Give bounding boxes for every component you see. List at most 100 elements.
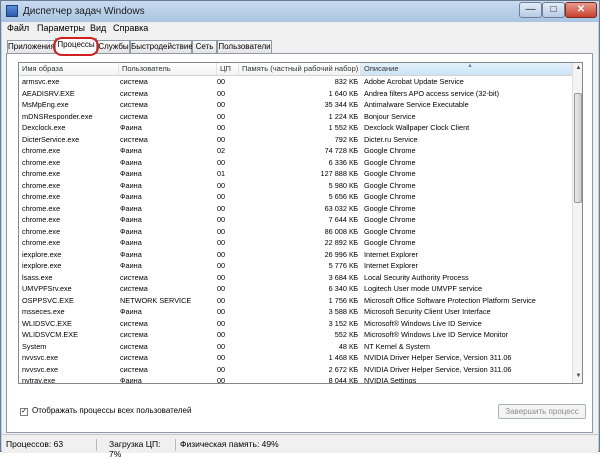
column-header-user[interactable]: Пользователь xyxy=(119,63,217,75)
cell-mem: 127 888 КБ xyxy=(320,169,358,178)
cell-mem: 6 336 КБ xyxy=(328,157,358,167)
minimize-button[interactable]: — xyxy=(519,2,542,18)
table-row[interactable]: DicterService.exe система 00 792 КБ Dicter.r… xyxy=(19,134,572,146)
cell-mem: 74 728 КБ xyxy=(324,146,358,155)
cell-cpu: 00 xyxy=(217,318,226,328)
table-row[interactable]: chrome.exe Фаина 00 63 032 КБ Google Chrome xyxy=(19,203,572,215)
cell-cpu: 00 xyxy=(217,100,226,109)
cell-name: OSPPSVC.EXE xyxy=(22,295,74,305)
table-row[interactable]: chrome.exe Фаина 00 5 980 КБ Google Chrome xyxy=(19,180,572,192)
table-row[interactable]: MsMpEng.exe система 00 35 344 КБ Antimalware… xyxy=(19,99,572,111)
cell-mem: 1 640 КБ xyxy=(328,88,358,98)
table-row[interactable]: lsass.exe система 00 3 684 КБ Local Security… xyxy=(19,272,572,284)
cell-user: система xyxy=(120,341,148,351)
tab-users[interactable]: Пользователи xyxy=(217,40,272,53)
menu-options[interactable]: Параметры xyxy=(37,23,85,33)
table-row[interactable]: chrome.exe Фаина 00 6 336 КБ Google Chrome xyxy=(19,157,572,169)
table-row[interactable]: armsvc.exe система 00 832 КБ Adobe Acrobat U… xyxy=(19,76,572,88)
cell-desc: Dexclock Wallpaper Clock Client xyxy=(364,123,470,132)
table-row[interactable]: iexplore.exe Фаина 00 26 996 КБ Internet Exp… xyxy=(19,249,572,261)
cell-cpu: 00 xyxy=(217,330,226,339)
column-header-cpu[interactable]: ЦП xyxy=(217,63,239,75)
cell-desc: Local Security Authority Process xyxy=(364,272,469,282)
cell-cpu: 00 xyxy=(217,295,226,305)
cell-user: Фаина xyxy=(120,169,142,178)
cell-name: WLIDSVC.EXE xyxy=(22,318,72,328)
cell-mem: 552 КБ xyxy=(334,330,358,339)
cell-name: iexplore.exe xyxy=(22,249,62,259)
cell-desc: Google Chrome xyxy=(364,180,416,190)
cell-cpu: 00 xyxy=(217,238,226,247)
cell-desc: Dicter.ru Service xyxy=(364,134,418,144)
table-row[interactable]: nvvsvc.exe система 00 1 468 КБ NVIDIA Driver… xyxy=(19,352,572,364)
table-row[interactable]: nvtray.exe Фаина 00 8 044 КБ NVIDIA Settings xyxy=(19,375,572,383)
sort-up-icon: ▲ xyxy=(467,63,473,69)
table-row[interactable]: System система 00 48 КБ NT Kernel & System xyxy=(19,341,572,353)
status-memory: Физическая память: 49% xyxy=(180,439,279,449)
cell-cpu: 00 xyxy=(217,88,226,98)
cell-cpu: 00 xyxy=(217,77,226,86)
cell-name: chrome.exe xyxy=(22,169,61,178)
cell-user: Фаина xyxy=(120,192,142,201)
cell-desc: NT Kernel & System xyxy=(364,341,430,351)
cell-mem: 832 КБ xyxy=(334,77,358,86)
cell-user: Фаина xyxy=(120,157,142,167)
menu-bar: Файл Параметры Вид Справка xyxy=(2,22,598,36)
table-row[interactable]: chrome.exe Фаина 00 22 892 КБ Google Chrome xyxy=(19,237,572,249)
process-list-header: Имя образа Пользователь ЦП Память (частн… xyxy=(19,63,572,76)
table-row[interactable]: OSPPSVC.EXE NETWORK SERVICE 00 1 756 КБ Micr… xyxy=(19,295,572,307)
table-row[interactable]: chrome.exe Фаина 01 127 888 КБ Google Chrome xyxy=(19,168,572,180)
cell-user: Фаина xyxy=(120,146,142,155)
cell-desc: Google Chrome xyxy=(364,238,416,247)
cell-user: система xyxy=(120,272,148,282)
table-row[interactable]: mDNSResponder.exe система 00 1 224 КБ Bonjou… xyxy=(19,111,572,123)
cell-mem: 1 468 КБ xyxy=(328,353,358,362)
cell-cpu: 00 xyxy=(217,215,226,224)
table-row[interactable]: chrome.exe Фаина 00 5 656 КБ Google Chrome xyxy=(19,191,572,203)
tab-performance[interactable]: Быстродействие xyxy=(130,40,193,53)
vertical-scrollbar[interactable]: ▲ ▼ xyxy=(572,63,582,383)
close-button[interactable]: ✕ xyxy=(565,2,597,18)
cell-name: MsMpEng.exe xyxy=(22,100,69,109)
cell-mem: 3 152 КБ xyxy=(328,318,358,328)
cell-user: Фаина xyxy=(120,203,142,213)
table-row[interactable]: chrome.exe Фаина 00 86 008 КБ Google Chrome xyxy=(19,226,572,238)
cell-desc: Antimalware Service Executable xyxy=(364,100,469,109)
tab-services[interactable]: Службы xyxy=(97,40,130,53)
column-header-memory[interactable]: Память (частный рабочий набор) xyxy=(239,63,361,75)
column-header-name[interactable]: Имя образа xyxy=(19,63,119,75)
table-row[interactable]: chrome.exe Фаина 00 7 644 КБ Google Chrome xyxy=(19,214,572,226)
arrow-up-icon[interactable]: ▲ xyxy=(574,63,582,73)
maximize-button[interactable]: □ xyxy=(542,2,565,18)
title-bar[interactable]: Диспетчер задач Windows — □ ✕ xyxy=(1,1,599,22)
cell-cpu: 02 xyxy=(217,146,226,155)
table-row[interactable]: msseces.exe Фаина 00 3 588 КБ Microsoft Secu… xyxy=(19,306,572,318)
cell-mem: 1 756 КБ xyxy=(328,295,358,305)
cell-name: chrome.exe xyxy=(22,157,61,167)
menu-help[interactable]: Справка xyxy=(113,23,148,33)
table-row[interactable]: WLIDSVC.EXE система 00 3 152 КБ Microsoft® W… xyxy=(19,318,572,330)
table-row[interactable]: Dexclock.exe Фаина 00 1 552 КБ Dexclock Wall… xyxy=(19,122,572,134)
table-row[interactable]: UMVPFSrv.exe система 00 6 340 КБ Logitech Us… xyxy=(19,283,572,295)
cell-name: lsass.exe xyxy=(22,272,53,282)
end-process-button[interactable]: Завершить процесс xyxy=(498,404,586,419)
scrollbar-thumb[interactable] xyxy=(574,93,582,203)
cell-desc: Microsoft® Windows Live ID Service xyxy=(364,318,482,328)
table-row[interactable]: iexplore.exe Фаина 00 5 776 КБ Internet Expl… xyxy=(19,260,572,272)
cell-user: Фаина xyxy=(120,215,142,224)
show-all-processes-label[interactable]: Отображать процессы всех пользователей xyxy=(32,406,191,415)
cell-cpu: 00 xyxy=(217,284,226,293)
table-row[interactable]: AEADISRV.EXE система 00 1 640 КБ Andrea filt… xyxy=(19,88,572,100)
tab-applications[interactable]: Приложения xyxy=(7,40,55,53)
arrow-down-icon[interactable]: ▼ xyxy=(574,371,582,381)
table-row[interactable]: chrome.exe Фаина 02 74 728 КБ Google Chrome xyxy=(19,145,572,157)
menu-file[interactable]: Файл xyxy=(7,23,29,33)
show-all-processes-checkbox[interactable]: ✓ xyxy=(20,408,28,416)
menu-view[interactable]: Вид xyxy=(90,23,106,33)
cell-desc: Google Chrome xyxy=(364,203,416,213)
cell-mem: 35 344 КБ xyxy=(324,100,358,109)
table-row[interactable]: WLIDSVCM.EXE система 00 552 КБ Microsoft® Wi… xyxy=(19,329,572,341)
tab-network[interactable]: Сеть xyxy=(192,40,217,53)
task-manager-app-icon xyxy=(6,5,18,17)
table-row[interactable]: nvvsvc.exe система 00 2 672 КБ NVIDIA Driver… xyxy=(19,364,572,376)
